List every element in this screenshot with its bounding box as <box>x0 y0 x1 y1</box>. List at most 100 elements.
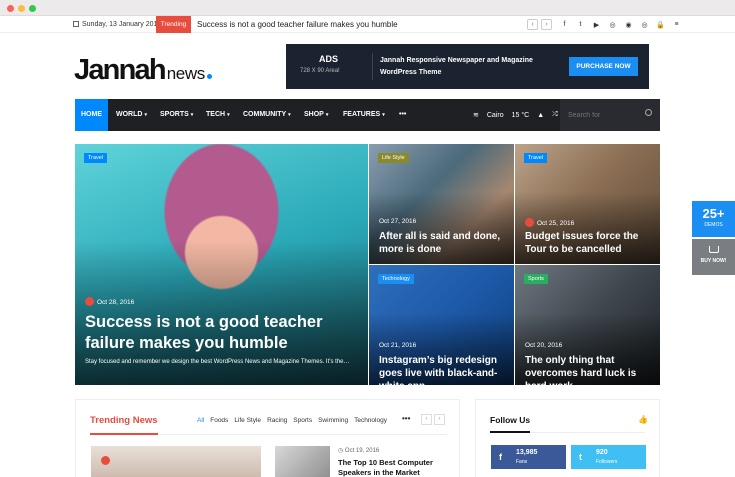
trending-thumbnail[interactable] <box>275 446 330 477</box>
twitter-count: 920 <box>596 449 608 456</box>
tab-swimming[interactable]: Swimming <box>318 417 348 424</box>
tab-technology[interactable]: Technology <box>354 417 387 424</box>
search-icon[interactable] <box>645 109 652 116</box>
trending-post-date-text: Oct 19, 2016 <box>344 448 380 454</box>
nav-item-label: WORLD <box>116 111 143 118</box>
facebook-icon: f <box>499 452 502 462</box>
ticker-next-button[interactable]: › <box>541 19 552 30</box>
post-title[interactable]: Instagram’s big redesign goes live with … <box>379 354 509 385</box>
post-title[interactable]: Success is not a good teacher failure ma… <box>85 312 365 354</box>
nav-item-label: COMMUNITY <box>243 111 287 118</box>
logo-main-text: Jannah <box>74 54 167 86</box>
facebook-follow-button[interactable]: f 13,985 Fans <box>491 445 566 469</box>
logo-dot <box>206 74 212 79</box>
chevron-down-icon: ▾ <box>190 112 194 118</box>
twitter-follow-button[interactable]: t 920 Followers <box>571 445 646 469</box>
youtube-icon[interactable]: ▶ <box>592 21 601 29</box>
browser-titlebar <box>0 0 735 16</box>
weather-widget: ≋ Cairo 15 °C ▲ ⤮ <box>473 99 558 131</box>
follow-us-widget: Follow Us 👍 f 13,985 Fans t 920 Follower… <box>475 399 660 477</box>
tab-life-style[interactable]: Life Style <box>234 417 261 424</box>
chevron-down-icon: ▾ <box>325 112 329 118</box>
post-date: Oct 20, 2016 <box>525 342 563 349</box>
tab-foods[interactable]: Foods <box>210 417 228 424</box>
dribbble-icon[interactable]: ◎ <box>608 21 617 29</box>
nav-search <box>560 99 660 131</box>
trending-pagination: ‹ › <box>421 414 445 425</box>
ad-title: ADS <box>319 54 339 64</box>
ad-size: 728 X 90 Area! <box>300 68 340 74</box>
nav-item-community[interactable]: COMMUNITY ▾ <box>243 99 291 131</box>
featured-post[interactable]: Sports Oct 20, 2016 The only thing that … <box>515 265 660 385</box>
nav-item-home[interactable]: HOME <box>75 99 108 131</box>
close-window-button[interactable] <box>7 5 14 12</box>
chevron-down-icon: ▾ <box>144 112 147 118</box>
nav-item-tech[interactable]: TECH ▾ <box>206 99 230 131</box>
post-title[interactable]: Budget issues force the Tour to be cance… <box>525 230 660 256</box>
weather-temp: 15 °C <box>511 111 530 119</box>
next-page-button[interactable]: › <box>434 414 445 425</box>
category-badge[interactable]: Technology <box>378 274 414 284</box>
prev-page-button[interactable]: ‹ <box>421 414 432 425</box>
post-title[interactable]: After all is said and done, more is done <box>379 230 509 256</box>
trending-post-title[interactable]: The Top 10 Best Computer Speakers in the… <box>338 458 448 477</box>
shuffle-icon[interactable]: ⤮ <box>552 111 558 119</box>
purchase-now-button[interactable]: PURCHASE NOW <box>569 57 638 76</box>
featured-post[interactable]: Life Style Oct 27, 2016 After all is sai… <box>369 144 514 264</box>
nav-item-more[interactable]: ••• <box>399 99 406 131</box>
trending-post-date: ◷ Oct 19, 2016 <box>338 447 379 454</box>
current-date: Sunday, 13 January 2019 <box>73 16 161 33</box>
nav-item-world[interactable]: WORLD ▾ <box>116 99 147 131</box>
nav-item-label: FEATURES <box>343 111 381 118</box>
trending-title: Trending News <box>90 415 158 426</box>
category-badge[interactable]: Sports <box>524 274 548 284</box>
lock-icon[interactable]: 🔒 <box>656 21 665 29</box>
chevron-down-icon: ▾ <box>382 112 385 118</box>
post-date-text: Oct 28, 2016 <box>97 299 135 306</box>
buy-now-button[interactable]: BUY NOW! <box>692 239 735 275</box>
site-logo[interactable]: Jannah news <box>74 54 212 88</box>
minimize-window-button[interactable] <box>18 5 25 12</box>
ticker-prev-button[interactable]: ‹ <box>527 19 538 30</box>
post-date: Oct 27, 2016 <box>379 218 417 225</box>
nav-item-label: SHOP <box>304 111 324 118</box>
nav-item-features[interactable]: FEATURES ▾ <box>343 99 385 131</box>
trending-more-button[interactable]: ••• <box>402 414 410 423</box>
nav-item-sports[interactable]: SPORTS ▾ <box>160 99 193 131</box>
featured-post-main[interactable]: Travel Oct 28, 2016 Success is not a goo… <box>75 144 368 385</box>
nav-item-label: SPORTS <box>160 111 189 118</box>
trending-tabs: All Foods Life Style Racing Sports Swimm… <box>197 417 387 424</box>
facebook-icon[interactable]: f <box>560 21 569 28</box>
header-ad-banner[interactable]: ADS 728 X 90 Area! Jannah Responsive New… <box>286 44 649 89</box>
nav-item-label: TECH <box>206 111 226 118</box>
post-title[interactable]: The only thing that overcomes hard luck … <box>525 354 655 385</box>
instagram-icon[interactable]: ◉ <box>624 21 633 29</box>
maximize-window-button[interactable] <box>29 5 36 12</box>
weather-icon: ≋ <box>473 112 479 119</box>
buy-now-label: BUY NOW! <box>700 258 727 264</box>
featured-post[interactable]: Technology Oct 21, 2016 Instagram’s big … <box>369 265 514 385</box>
search-input[interactable] <box>568 108 638 122</box>
top-social-links: f t ▶ ◎ ◉ ◎ 🔒 ≡ <box>560 16 681 33</box>
tab-all[interactable]: All <box>197 417 204 424</box>
tab-racing[interactable]: Racing <box>267 417 287 424</box>
breaking-news-ticker[interactable]: Success is not a good teacher failure ma… <box>197 16 398 33</box>
calendar-icon <box>73 21 79 27</box>
thumbs-up-icon: 👍 <box>638 415 648 424</box>
menu-icon[interactable]: ≡ <box>672 21 681 28</box>
demos-button[interactable]: 25+ DEMOS <box>692 201 735 237</box>
category-badge[interactable]: Life Style <box>378 153 409 163</box>
twitter-icon[interactable]: t <box>576 21 585 28</box>
main-navigation: HOME WORLD ▾ SPORTS ▾ TECH ▾ COMMUNITY ▾ SHO… <box>75 99 660 131</box>
category-badge[interactable]: Travel <box>84 153 108 163</box>
featured-post[interactable]: Travel Oct 25, 2016 Budget issues force … <box>515 144 660 264</box>
category-badge[interactable]: Travel <box>524 153 548 163</box>
clock-icon: ◷ <box>338 448 345 454</box>
trending-thumbnail[interactable] <box>91 446 261 477</box>
date-text: Sunday, 13 January 2019 <box>82 21 162 28</box>
bag-icon[interactable]: ▲ <box>537 112 544 119</box>
nav-item-shop[interactable]: SHOP ▾ <box>304 99 328 131</box>
post-excerpt: Stay focused and remember we design the … <box>85 359 350 365</box>
tab-sports[interactable]: Sports <box>293 417 312 424</box>
random-icon[interactable]: ◎ <box>640 21 649 29</box>
